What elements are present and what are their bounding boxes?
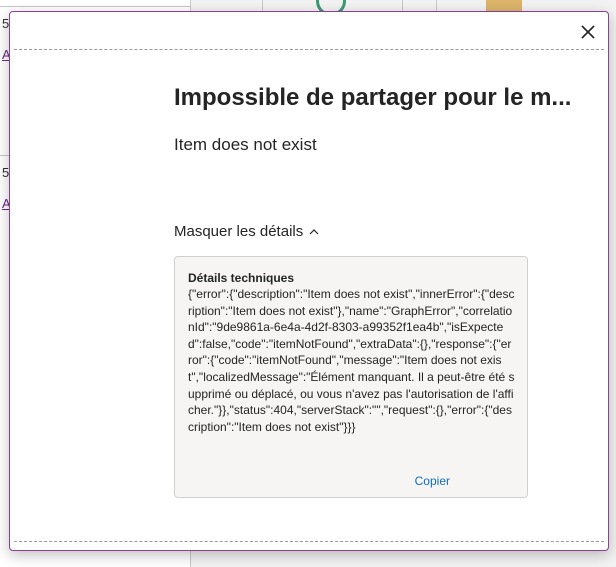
dialog-header-divider — [14, 49, 604, 50]
close-icon — [581, 25, 595, 39]
dialog-title: Impossible de partager pour le m... — [174, 84, 572, 111]
error-message: Item does not exist — [174, 135, 317, 154]
close-button[interactable] — [576, 20, 600, 44]
dialog-header — [10, 12, 608, 50]
technical-details-panel: Détails techniques {"error":{"descriptio… — [174, 256, 528, 498]
hide-details-label: Masquer les détails — [174, 223, 304, 240]
technical-details-heading: Détails techniques — [188, 271, 295, 285]
hide-details-toggle[interactable]: Masquer les détails — [174, 223, 319, 240]
background-row-divider — [0, 6, 190, 7]
error-dialog: Impossible de partager pour le m... Item… — [9, 11, 609, 551]
technical-details-text: {"error":{"description":"Item does not e… — [188, 287, 515, 434]
copy-button[interactable]: Copier — [415, 474, 450, 488]
dialog-footer-divider — [14, 541, 604, 542]
chevron-up-icon — [309, 229, 319, 235]
